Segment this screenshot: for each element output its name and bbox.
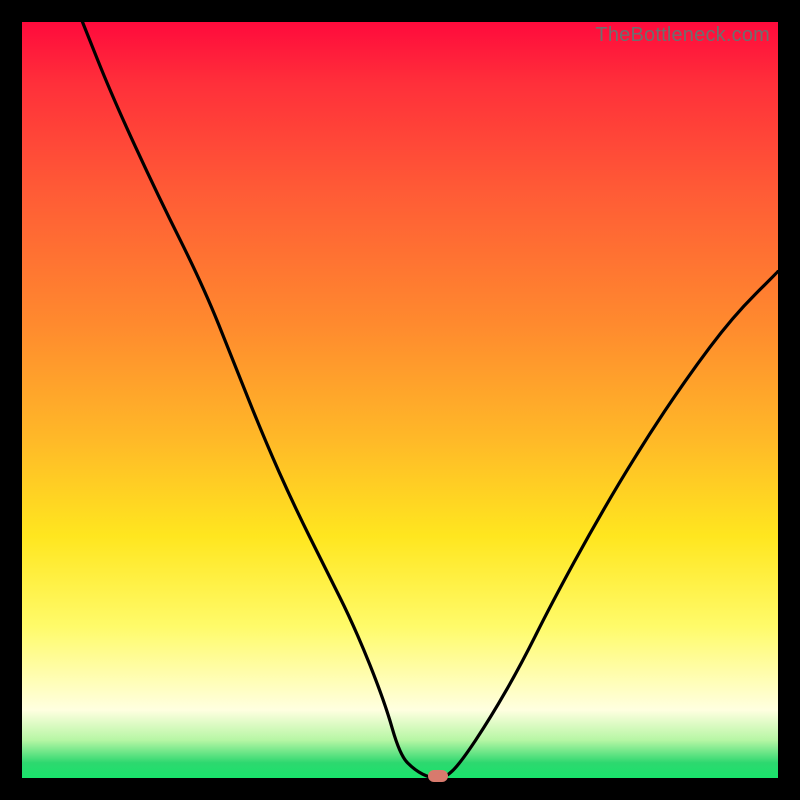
- plot-area: TheBottleneck.com: [22, 22, 778, 778]
- chart-frame: TheBottleneck.com: [0, 0, 800, 800]
- min-point-marker: [428, 770, 448, 782]
- bottleneck-curve: [22, 22, 778, 778]
